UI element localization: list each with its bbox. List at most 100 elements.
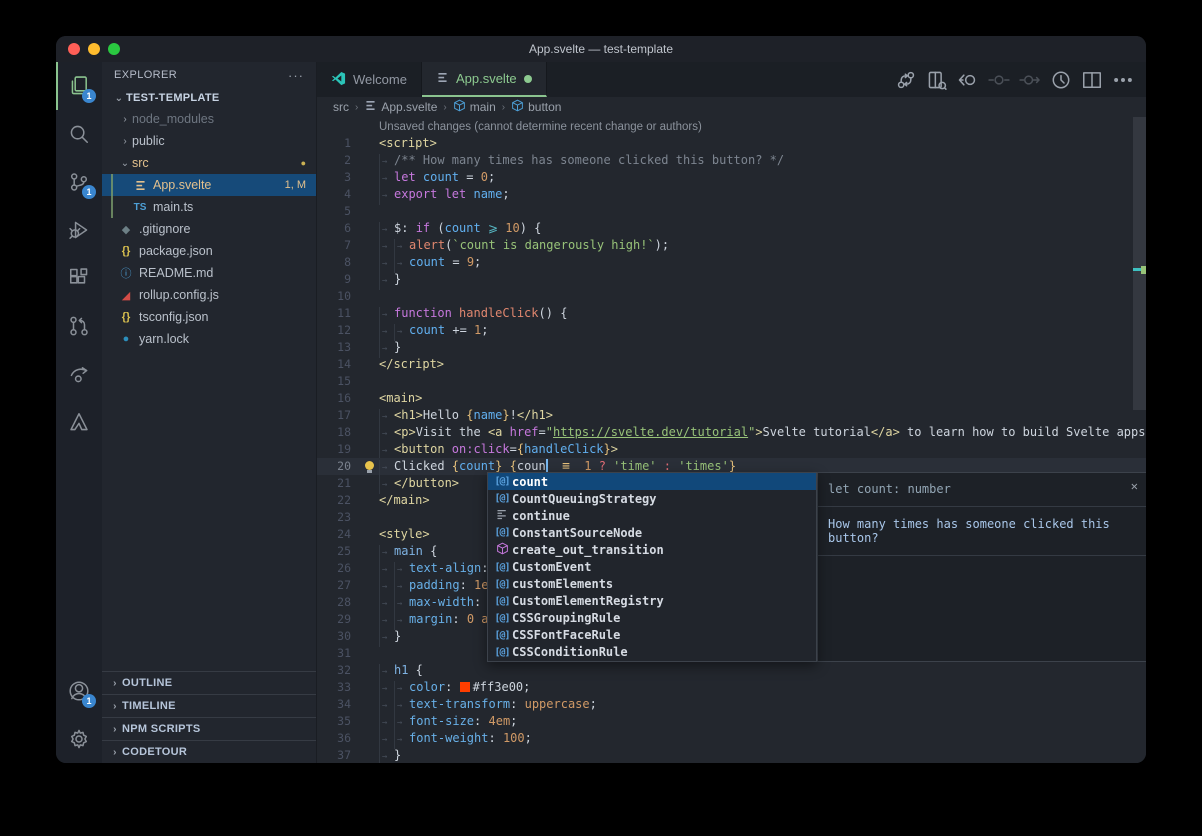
code-line-18[interactable]: 18→<p>Visit the <a href="https://svelte.…	[317, 424, 1146, 441]
code-line-13[interactable]: 13→}	[317, 339, 1146, 356]
suggest-signature: let count: number	[818, 473, 1146, 507]
code-line-10[interactable]: 10	[317, 288, 1146, 305]
tree-item-package-json[interactable]: {}package.json	[102, 240, 316, 262]
section-outline[interactable]: ›OUTLINE	[102, 671, 316, 694]
more-actions-icon[interactable]: ···	[288, 68, 304, 83]
breadcrumb-item-main[interactable]: main	[453, 99, 496, 115]
open-changes-icon[interactable]	[926, 69, 948, 91]
tree-item-node-modules[interactable]: ›node_modules	[102, 108, 316, 130]
activity-item-azure[interactable]	[56, 398, 102, 446]
code-token: 'times'	[678, 459, 729, 473]
css-color-swatch[interactable]	[460, 682, 470, 692]
minimize-window-button[interactable]	[88, 43, 100, 55]
activity-item-accounts[interactable]: 1	[56, 667, 102, 715]
activity-item-live-share[interactable]	[56, 350, 102, 398]
suggestion-continue[interactable]: continue	[488, 507, 816, 524]
tree-item-tsconfig-json[interactable]: {}tsconfig.json	[102, 306, 316, 328]
file-history-icon[interactable]	[1050, 69, 1072, 91]
activity-item-run-debug[interactable]	[56, 206, 102, 254]
code-editor[interactable]: Unsaved changes (cannot determine recent…	[317, 117, 1146, 763]
code-token: </script>	[379, 357, 444, 371]
code-line-37[interactable]: 37→}	[317, 747, 1146, 763]
suggestion-cssgroupingrule[interactable]: [@]CSSGroupingRule	[488, 610, 816, 627]
code-line-33[interactable]: 33→→color: #ff3e00;	[317, 679, 1146, 696]
code-token: to learn how to build Svelte apps.	[900, 425, 1146, 439]
code-token: :	[452, 612, 466, 626]
code-line-19[interactable]: 19→<button on:click={handleClick}>	[317, 441, 1146, 458]
section-timeline[interactable]: ›TIMELINE	[102, 694, 316, 717]
suggestion-constantsourcenode[interactable]: [@]ConstantSourceNode	[488, 524, 816, 541]
tab-app-svelte[interactable]: App.svelte	[422, 62, 547, 97]
code-line-11[interactable]: 11→function handleClick() {	[317, 305, 1146, 322]
activity-item-explorer[interactable]: 1	[56, 62, 102, 110]
code-token: on:click	[452, 442, 510, 456]
tree-item-main-ts[interactable]: TSmain.ts	[102, 196, 316, 218]
close-icon[interactable]: ✕	[1131, 479, 1138, 493]
code-line-6[interactable]: 6→$: if (count ⩾ 10) {	[317, 220, 1146, 237]
code-token: </a>	[871, 425, 900, 439]
gitlens-blame-annotation: Unsaved changes (cannot determine recent…	[379, 121, 1146, 135]
code-line-34[interactable]: 34→→text-transform: uppercase;	[317, 696, 1146, 713]
code-line-7[interactable]: 7→→alert(`count is dangerously high!`);	[317, 237, 1146, 254]
code-line-8[interactable]: 8→→count = 9;	[317, 254, 1146, 271]
maximize-window-button[interactable]	[108, 43, 120, 55]
code-line-32[interactable]: 32→h1 {	[317, 662, 1146, 679]
more-actions-icon[interactable]	[1112, 69, 1134, 91]
suggestion-cssfontfacerule[interactable]: [@]CSSFontFaceRule	[488, 627, 816, 644]
activity-item-settings[interactable]	[56, 715, 102, 763]
editor-scrollbar[interactable]	[1133, 117, 1146, 763]
tree-root-test-template[interactable]: ⌄ TEST-TEMPLATE	[102, 88, 316, 108]
code-line-2[interactable]: 2→/** How many times has someone clicked…	[317, 152, 1146, 169]
code-line-9[interactable]: 9→}	[317, 271, 1146, 288]
code-line-35[interactable]: 35→→font-size: 4em;	[317, 713, 1146, 730]
section-npm-scripts[interactable]: ›NPM SCRIPTS	[102, 717, 316, 740]
tree-item--gitignore[interactable]: ◆.gitignore	[102, 218, 316, 240]
lightbulb-icon[interactable]	[365, 461, 374, 470]
symbol-variable-icon: [@]	[492, 647, 512, 658]
gitlens-compare-icon[interactable]	[895, 69, 917, 91]
tree-item-readme-md[interactable]: ⓘREADME.md	[102, 262, 316, 284]
line-number: 27	[317, 577, 351, 594]
code-token: }	[502, 408, 509, 422]
suggestion-count[interactable]: [@]count	[488, 473, 816, 490]
breadcrumb-item-app-svelte[interactable]: App.svelte	[364, 99, 437, 115]
tree-item-rollup-config-js[interactable]: ◢rollup.config.js	[102, 284, 316, 306]
extensions-icon	[68, 267, 90, 289]
section-codetour[interactable]: ›CODETOUR	[102, 740, 316, 763]
code-line-36[interactable]: 36→→font-weight: 100;	[317, 730, 1146, 747]
code-line-5[interactable]: 5	[317, 203, 1146, 220]
suggestion-customelementregistry[interactable]: [@]CustomElementRegistry	[488, 593, 816, 610]
activity-item-extensions[interactable]	[56, 254, 102, 302]
activity-item-search[interactable]	[56, 110, 102, 158]
suggestion-customelements[interactable]: [@]customElements	[488, 576, 816, 593]
suggestion-countqueuingstrategy[interactable]: [@]CountQueuingStrategy	[488, 490, 816, 507]
line-number: 22	[317, 492, 351, 509]
breadcrumb-item-src[interactable]: src	[333, 100, 349, 114]
tree-item-app-svelte[interactable]: App.svelte1, M	[102, 174, 316, 196]
activity-item-github-pr[interactable]	[56, 302, 102, 350]
split-editor-icon[interactable]	[1081, 69, 1103, 91]
scrollbar-thumb[interactable]	[1133, 117, 1146, 410]
breadcrumb-item-button[interactable]: button	[511, 99, 561, 115]
tree-item-label: App.svelte	[153, 178, 285, 192]
navigate-back-icon[interactable]	[957, 69, 979, 91]
tree-item-src[interactable]: ⌄src●	[102, 152, 316, 174]
code-line-4[interactable]: 4→export let name;	[317, 186, 1146, 203]
suggestion-cssconditionrule[interactable]: [@]CSSConditionRule	[488, 644, 816, 661]
code-token: =	[539, 425, 546, 439]
tab-welcome[interactable]: Welcome	[317, 62, 422, 97]
activity-item-source-control[interactable]: 1	[56, 158, 102, 206]
code-line-12[interactable]: 12→→count += 1;	[317, 322, 1146, 339]
code-line-14[interactable]: 14</script>	[317, 356, 1146, 373]
code-line-17[interactable]: 17→<h1>Hello {name}!</h1>	[317, 407, 1146, 424]
code-line-15[interactable]: 15	[317, 373, 1146, 390]
tree-item-yarn-lock[interactable]: ●yarn.lock	[102, 328, 316, 350]
suggestion-create_out_transition[interactable]: create_out_transition	[488, 541, 816, 558]
tree-item-public[interactable]: ›public	[102, 130, 316, 152]
code-line-1[interactable]: 1<script>	[317, 135, 1146, 152]
suggestion-customevent[interactable]: [@]CustomEvent	[488, 558, 816, 575]
code-token: :	[488, 731, 502, 745]
code-line-3[interactable]: 3→let count = 0;	[317, 169, 1146, 186]
code-line-16[interactable]: 16<main>	[317, 390, 1146, 407]
close-window-button[interactable]	[68, 43, 80, 55]
